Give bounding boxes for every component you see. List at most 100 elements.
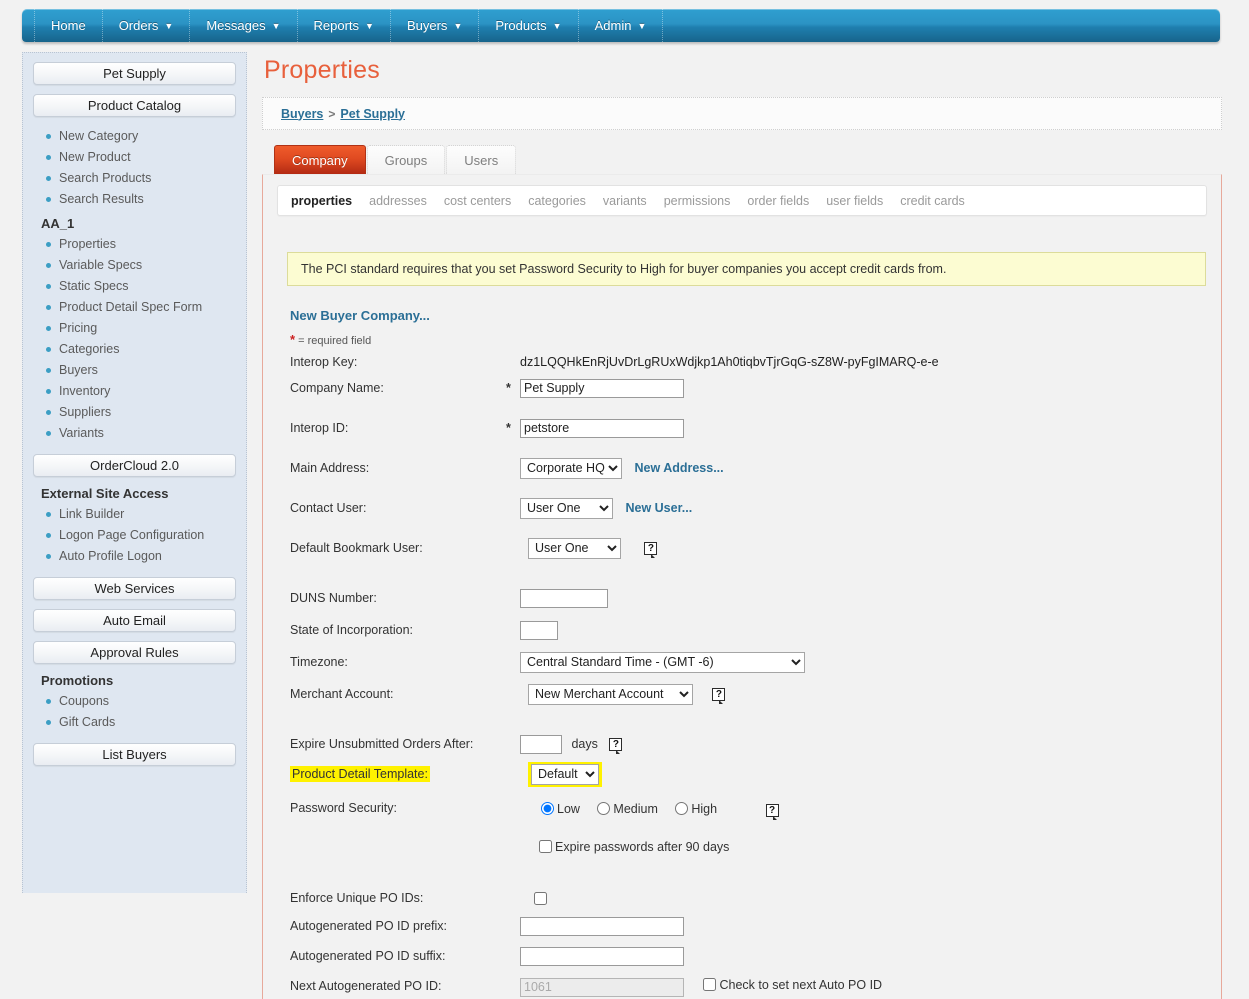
sidebar-item-suppliers[interactable]: Suppliers — [33, 402, 236, 423]
help-icon[interactable]: ? — [644, 542, 658, 559]
breadcrumb-link-pet-supply[interactable]: Pet Supply — [340, 107, 405, 121]
company-name-input[interactable] — [520, 378, 684, 398]
req-marker — [506, 885, 520, 911]
subtab-variants[interactable]: variants — [603, 194, 647, 208]
merchant-account-label: Merchant Account: — [290, 687, 394, 701]
subtab-cost-centers[interactable]: cost centers — [444, 194, 511, 208]
sidebar-item-logon-page-configuration[interactable]: Logon Page Configuration — [33, 525, 236, 546]
contact-user-select[interactable]: User One — [520, 497, 613, 519]
nav-item-products[interactable]: Products ▼ — [479, 9, 579, 42]
new-user-link[interactable]: New User... — [625, 501, 692, 515]
autogenerated-po-id-suffix-input[interactable] — [520, 946, 684, 966]
sidebar-item-variable-specs[interactable]: Variable Specs — [33, 255, 236, 276]
help-icon[interactable]: ? — [712, 688, 726, 705]
nav-item-label: Buyers — [406, 18, 448, 33]
nav-item-buyers[interactable]: Buyers ▼ — [391, 9, 480, 42]
nav-item-messages[interactable]: Messages ▼ — [190, 9, 298, 42]
subtab-user-fields[interactable]: user fields — [826, 194, 883, 208]
sidebar-group-title-promotions: Promotions — [41, 673, 114, 688]
tab-users[interactable]: Users — [446, 145, 517, 174]
password-security-radio-low-input[interactable] — [541, 802, 554, 816]
breadcrumb-link-buyers[interactable]: Buyers — [281, 107, 323, 121]
expire-passwords-checkbox[interactable]: Expire passwords after 90 days — [535, 839, 729, 854]
new-buyer-company-link[interactable]: New Buyer Company... — [290, 308, 1207, 323]
expire-unsubmitted-orders-input[interactable] — [520, 734, 562, 754]
subtab-order-fields[interactable]: order fields — [747, 194, 809, 208]
default-bookmark-user-select[interactable]: User One — [528, 537, 621, 559]
sidebar-item-product-detail-spec-form[interactable]: Product Detail Spec Form — [33, 297, 236, 318]
merchant-account-select[interactable]: New Merchant Account — [528, 683, 693, 705]
nav-item-label: Messages — [206, 18, 266, 33]
sidebar-item-label: Gift Cards — [59, 715, 116, 729]
nav-item-label: Reports — [313, 18, 360, 33]
interop-id-input[interactable] — [520, 418, 684, 438]
enforce-unique-po-ids-checkbox[interactable] — [534, 891, 547, 905]
password-security-radio-high-input[interactable] — [675, 802, 689, 816]
help-icon[interactable]: ? — [765, 803, 779, 820]
expire-passwords-checkbox-input[interactable] — [539, 839, 552, 853]
sidebar-item-link-builder[interactable]: Link Builder — [33, 504, 236, 525]
sidebar-item-inventory[interactable]: Inventory — [33, 381, 236, 402]
nav-item-home[interactable]: Home — [34, 9, 103, 42]
interop-key-label: Interop Key: — [290, 355, 358, 369]
sidebar-button-company[interactable]: Pet Supply — [33, 62, 236, 85]
subtab-credit-cards[interactable]: credit cards — [900, 194, 965, 208]
sidebar-item-static-specs[interactable]: Static Specs — [33, 276, 236, 297]
sidebar-button-list-buyers[interactable]: List Buyers — [33, 743, 236, 766]
subtab-properties[interactable]: properties — [291, 194, 352, 208]
sidebar-item-properties[interactable]: Properties — [33, 234, 236, 255]
autogenerated-po-id-prefix-input[interactable] — [520, 916, 684, 936]
state-of-incorporation-input[interactable] — [520, 620, 558, 640]
sidebar-item-categories[interactable]: Categories — [33, 339, 236, 360]
subtab-addresses[interactable]: addresses — [369, 194, 427, 208]
nav-item-reports[interactable]: Reports ▼ — [298, 9, 391, 42]
chevron-down-icon: ▼ — [271, 21, 281, 31]
product-detail-template-select[interactable]: Default — [531, 763, 599, 785]
new-address-link[interactable]: New Address... — [634, 461, 723, 475]
chevron-down-icon: ▼ — [365, 21, 374, 31]
sidebar-item-gift-cards[interactable]: Gift Cards — [33, 712, 236, 733]
next-auto-po-id-checkbox-input[interactable] — [703, 978, 717, 992]
radio-label: High — [691, 802, 718, 817]
req-marker — [506, 795, 520, 821]
req-marker — [506, 943, 520, 969]
req-marker — [506, 535, 520, 561]
interop-id-label: Interop ID: — [290, 421, 349, 435]
contact-user-label: Contact User: — [290, 501, 367, 515]
tab-panel: properties addresses cost centers catego… — [262, 174, 1222, 999]
password-security-radio-high[interactable]: High — [670, 802, 720, 816]
sidebar-item-search-results[interactable]: Search Results — [33, 189, 236, 210]
sidebar-item-pricing[interactable]: Pricing — [33, 318, 236, 339]
tab-company[interactable]: Company — [274, 145, 366, 174]
password-security-radio-medium-input[interactable] — [597, 802, 611, 816]
sidebar-button-web-services[interactable]: Web Services — [33, 577, 236, 600]
sidebar-button-auto-email[interactable]: Auto Email — [33, 609, 236, 632]
tab-groups[interactable]: Groups — [366, 145, 446, 174]
nav-item-orders[interactable]: Orders ▼ — [103, 9, 191, 42]
sidebar-item-coupons[interactable]: Coupons — [33, 691, 236, 712]
main-address-select[interactable]: Corporate HQ — [520, 457, 622, 479]
password-security-radio-low[interactable]: Low — [536, 802, 583, 816]
sidebar-item-variants[interactable]: Variants — [33, 423, 236, 444]
radio-label: Low — [557, 802, 580, 817]
sidebar-item-auto-profile-logon[interactable]: Auto Profile Logon — [33, 546, 236, 567]
sidebar-button-approval-rules[interactable]: Approval Rules — [33, 641, 236, 664]
required-note-text: = required field — [298, 335, 372, 347]
next-auto-po-id-checkbox[interactable]: Check to set next Auto PO ID — [699, 978, 882, 992]
duns-number-input[interactable] — [520, 588, 608, 608]
sidebar-button-ordercloud[interactable]: OrderCloud 2.0 — [33, 454, 236, 477]
nav-item-admin[interactable]: Admin ▼ — [579, 9, 664, 42]
sidebar-item-new-product[interactable]: New Product — [33, 147, 236, 168]
help-icon[interactable]: ? — [609, 738, 623, 755]
sidebar-item-search-products[interactable]: Search Products — [33, 168, 236, 189]
subtab-categories[interactable]: categories — [528, 194, 586, 208]
product-detail-template-highlight: Default — [528, 761, 602, 787]
form-row-next-po-id: Next Autogenerated PO ID: Check to set n… — [290, 973, 939, 999]
sidebar-item-buyers[interactable]: Buyers — [33, 360, 236, 381]
subtab-permissions[interactable]: permissions — [664, 194, 731, 208]
spacer-row — [290, 521, 939, 535]
password-security-radio-medium[interactable]: Medium — [592, 802, 661, 816]
timezone-select[interactable]: Central Standard Time - (GMT -6) — [520, 651, 805, 673]
sidebar-item-new-category[interactable]: New Category — [33, 126, 236, 147]
sidebar-button-product-catalog[interactable]: Product Catalog — [33, 94, 236, 117]
